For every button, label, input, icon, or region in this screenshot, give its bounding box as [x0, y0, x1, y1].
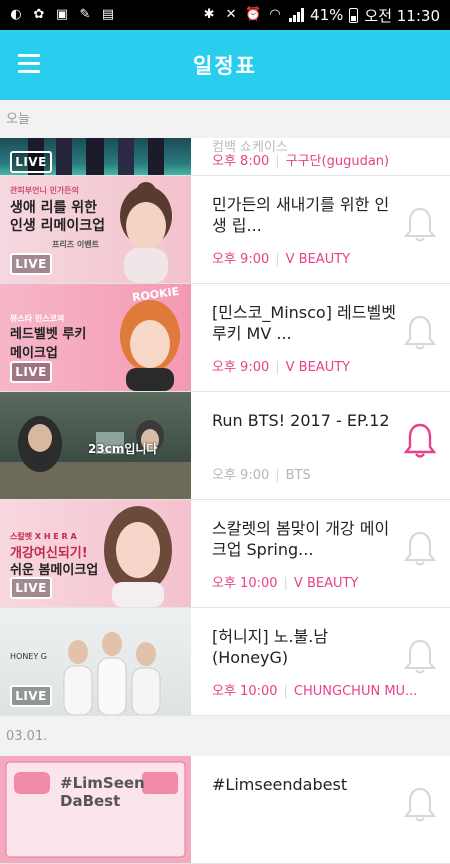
item-info: 컴백 쇼케이스 오후 8:00 | 구구단(gugudan) — [212, 138, 398, 175]
item-meta: 오후 9:00 | V BEAUTY — [212, 252, 351, 267]
wifi-icon: ◠ — [269, 7, 281, 22]
thumb-text: #LimSeen — [60, 774, 145, 792]
video-thumbnail[interactable]: 23cm입니다 — [0, 392, 191, 499]
app-header: 일정표 — [0, 30, 450, 100]
page-title: 일정표 — [193, 54, 257, 78]
thumb-caption: 23cm입니다 — [88, 442, 158, 456]
thumb-text: 인생 리메이크업 — [10, 218, 106, 234]
video-thumbnail[interactable]: ROOKIE 뷰스타 민스코의 레드벨벳 루키 메이크업 LIVE — [0, 284, 191, 391]
live-badge: LIVE — [10, 151, 52, 173]
schedule-item[interactable]: HONEY G LIVE [허니지] 노.불.남 (HoneyG) 오후 10:… — [0, 608, 450, 716]
thumb-text: 프리즈 이벤트 — [52, 240, 99, 249]
video-thumbnail[interactable]: 관피부언니 민가든의 생애 리를 위한 인생 리메이크업 프리즈 이벤트 LIV… — [0, 176, 191, 283]
gallery-icon: ▣ — [55, 7, 69, 22]
pencil-icon: ✎ — [79, 7, 91, 22]
image-icon: ▤ — [101, 7, 115, 22]
item-time: 오후 9:00 — [212, 468, 270, 483]
item-title: Run BTS! 2017 - EP.12 — [212, 411, 390, 430]
sync-icon: ✿ — [33, 7, 45, 22]
thumb-text: 관피부언니 민가든의 — [10, 186, 80, 195]
thumb-text: HONEY G — [10, 652, 47, 661]
thumb-text: 개강여신되기! — [10, 546, 88, 561]
item-time: 오후 9:00 — [212, 360, 270, 375]
battery-percent: 41% — [310, 6, 344, 24]
item-meta: 오후 8:00 | 구구단(gugudan) — [212, 154, 390, 169]
item-info: Run BTS! 2017 - EP.12 오후 9:00 | BTS — [212, 392, 398, 499]
item-time: 오후 8:00 — [212, 154, 270, 169]
item-channel: V BEAUTY — [285, 252, 351, 267]
date-divider-today: 오늘 — [0, 100, 450, 138]
item-info: 스칼렛의 봄맞이 개강 메이크업 Spring... 오후 10:00 | V BE… — [212, 500, 398, 607]
schedule-list[interactable]: 오늘 LIVE 컴백 쇼케이스 오후 8:00 | 구구단(gugudan) 관… — [0, 100, 450, 864]
alarm-icon: ⏰ — [245, 7, 262, 22]
schedule-item[interactable]: 스칼렛 X H E R A 개강여신되기! 쉬운 봄메이크업 LIVE 스칼렛의… — [0, 500, 450, 608]
item-info: [민스코_Minsco] 레드벨벳 루키 MV ... 오후 9:00 | V BE… — [212, 284, 398, 391]
item-channel: V BEAUTY — [293, 576, 359, 591]
thumb-text: DaBest — [60, 792, 121, 810]
status-system: ✱ ✕ ⏰ ◠ 41% 오전 11:30 — [201, 5, 450, 26]
item-time: 오후 9:00 — [212, 252, 270, 267]
item-channel: 구구단(gugudan) — [285, 154, 390, 169]
item-title: [허니지] 노.불.남 (HoneyG) — [212, 627, 329, 667]
item-title: #Limseendabest — [212, 775, 348, 794]
item-channel: BTS — [285, 468, 311, 483]
bell-icon[interactable] — [404, 638, 436, 676]
bell-icon[interactable] — [404, 314, 436, 352]
bell-icon[interactable] — [404, 530, 436, 568]
video-thumbnail[interactable]: LIVE — [0, 138, 191, 175]
battery-icon — [349, 7, 359, 23]
schedule-item[interactable]: LIVE 컴백 쇼케이스 오후 8:00 | 구구단(gugudan) — [0, 138, 450, 176]
item-title: 스칼렛의 봄맞이 개강 메이크업 Spring... — [212, 519, 390, 559]
bluetooth-icon: ✱ — [203, 7, 215, 22]
live-badge: LIVE — [10, 685, 52, 707]
video-thumbnail[interactable]: 스칼렛 X H E R A 개강여신되기! 쉬운 봄메이크업 LIVE — [0, 500, 191, 607]
schedule-item[interactable]: #LimSeen DaBest #Limseendabest — [0, 756, 450, 864]
live-badge: LIVE — [10, 361, 52, 383]
item-title: [민스코_Minsco] 레드벨벳 루키 MV ... — [212, 303, 396, 343]
item-channel: CHUNGCHUN MU... — [293, 684, 418, 699]
item-info: #Limseendabest — [212, 756, 398, 863]
date-label: 03.01. — [6, 728, 48, 744]
item-info: 민가든의 새내기를 위한 인생 립... 오후 9:00 | V BEAUTY — [212, 176, 398, 283]
item-meta: 오후 10:00 | V BEAUTY — [212, 576, 359, 591]
hamburger-menu-icon[interactable] — [18, 54, 40, 74]
mute-icon: ✕ — [225, 7, 237, 22]
item-meta: 오후 9:00 | BTS — [212, 468, 311, 483]
video-thumbnail[interactable]: HONEY G LIVE — [0, 608, 191, 715]
thumb-text: 스칼렛 X H E R A — [10, 532, 77, 541]
thumb-text: 생애 리를 위한 — [10, 200, 98, 216]
schedule-item[interactable]: 23cm입니다 Run BTS! 2017 - EP.12 오후 9:00 | BT… — [0, 392, 450, 500]
thumb-text: 메이크업 — [10, 346, 58, 361]
status-bar: ◐ ✿ ▣ ✎ ▤ ✱ ✕ ⏰ ◠ 41% 오전 11:30 — [0, 0, 450, 30]
schedule-item[interactable]: 관피부언니 민가든의 생애 리를 위한 인생 리메이크업 프리즈 이벤트 LIV… — [0, 176, 450, 284]
bell-icon[interactable] — [404, 206, 436, 244]
live-badge: LIVE — [10, 253, 52, 275]
item-meta: 오후 9:00 | V BEAUTY — [212, 360, 351, 375]
bell-icon[interactable] — [404, 786, 436, 824]
item-channel: V BEAUTY — [285, 360, 351, 375]
item-title: 민가든의 새내기를 위한 인생 립... — [212, 195, 390, 235]
item-time: 오후 10:00 — [212, 684, 278, 699]
item-meta: 오후 10:00 | CHUNGCHUN MU... — [212, 684, 418, 699]
date-divider: 03.01. — [0, 716, 450, 756]
live-badge: LIVE — [10, 577, 52, 599]
date-label: 오늘 — [6, 112, 30, 127]
app-notification-icon: ◐ — [10, 7, 22, 22]
item-time: 오후 10:00 — [212, 576, 278, 591]
schedule-item[interactable]: ROOKIE 뷰스타 민스코의 레드벨벳 루키 메이크업 LIVE [민스코_M… — [0, 284, 450, 392]
clock: 오전 11:30 — [364, 6, 440, 25]
status-notifications: ◐ ✿ ▣ ✎ ▤ — [0, 7, 116, 23]
thumb-text: 레드벨벳 루키 — [10, 327, 87, 342]
video-thumbnail[interactable]: #LimSeen DaBest — [0, 756, 191, 863]
item-info: [허니지] 노.불.남 (HoneyG) 오후 10:00 | CHUNGCHUN … — [212, 608, 417, 715]
signal-icon — [289, 8, 305, 22]
thumb-text: 뷰스타 민스코의 — [10, 314, 65, 323]
bell-active-icon[interactable] — [404, 422, 436, 460]
